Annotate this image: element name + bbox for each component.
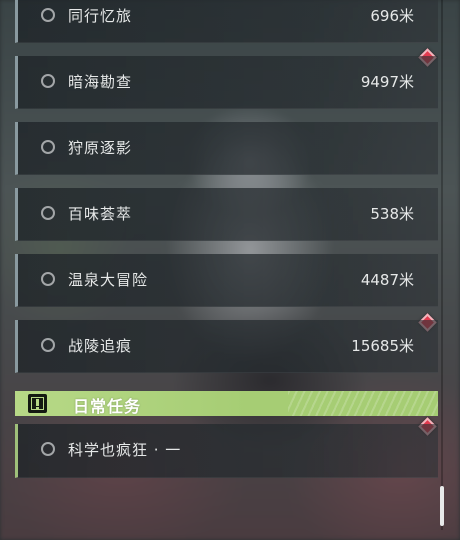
section-title: 日常任务 <box>73 397 142 416</box>
daily-tasks-header[interactable]: 日常任务 <box>15 391 438 416</box>
track-radio[interactable] <box>41 8 55 22</box>
task-row[interactable]: 同行忆旅 696米 <box>15 0 438 43</box>
task-distance: 4487米 <box>360 271 414 289</box>
task-name: 狩原逐影 <box>68 139 133 157</box>
track-radio[interactable] <box>41 140 55 154</box>
track-radio[interactable] <box>41 74 55 88</box>
track-radio[interactable] <box>41 442 55 456</box>
scroll-thumb[interactable] <box>440 486 444 526</box>
task-name: 科学也疯狂 · 一 <box>68 441 182 459</box>
task-row[interactable]: 战陵追痕 15685米 <box>15 320 438 373</box>
task-distance: 15685米 <box>351 337 414 355</box>
exclamation-box-icon <box>28 394 47 413</box>
task-name: 战陵追痕 <box>68 337 133 355</box>
task-distance: 696米 <box>370 7 414 25</box>
task-list: 同行忆旅 696米 暗海勘查 9497米 狩原逐影 百味荟萃 538米 温泉大冒… <box>0 0 460 540</box>
task-name: 百味荟萃 <box>68 205 133 223</box>
task-name: 同行忆旅 <box>68 7 133 25</box>
scrollbar[interactable] <box>440 0 444 530</box>
task-row[interactable]: 百味荟萃 538米 <box>15 188 438 241</box>
task-row[interactable]: 科学也疯狂 · 一 <box>15 424 438 478</box>
track-radio[interactable] <box>41 338 55 352</box>
track-radio[interactable] <box>41 272 55 286</box>
track-radio[interactable] <box>41 206 55 220</box>
task-row[interactable]: 狩原逐影 <box>15 122 438 175</box>
task-row[interactable]: 温泉大冒险 4487米 <box>15 254 438 307</box>
task-distance: 9497米 <box>360 73 414 91</box>
task-row[interactable]: 暗海勘查 9497米 <box>15 56 438 109</box>
task-distance: 538米 <box>370 205 414 223</box>
scroll-track <box>441 0 443 530</box>
task-name: 温泉大冒险 <box>68 271 149 289</box>
task-name: 暗海勘查 <box>68 73 133 91</box>
